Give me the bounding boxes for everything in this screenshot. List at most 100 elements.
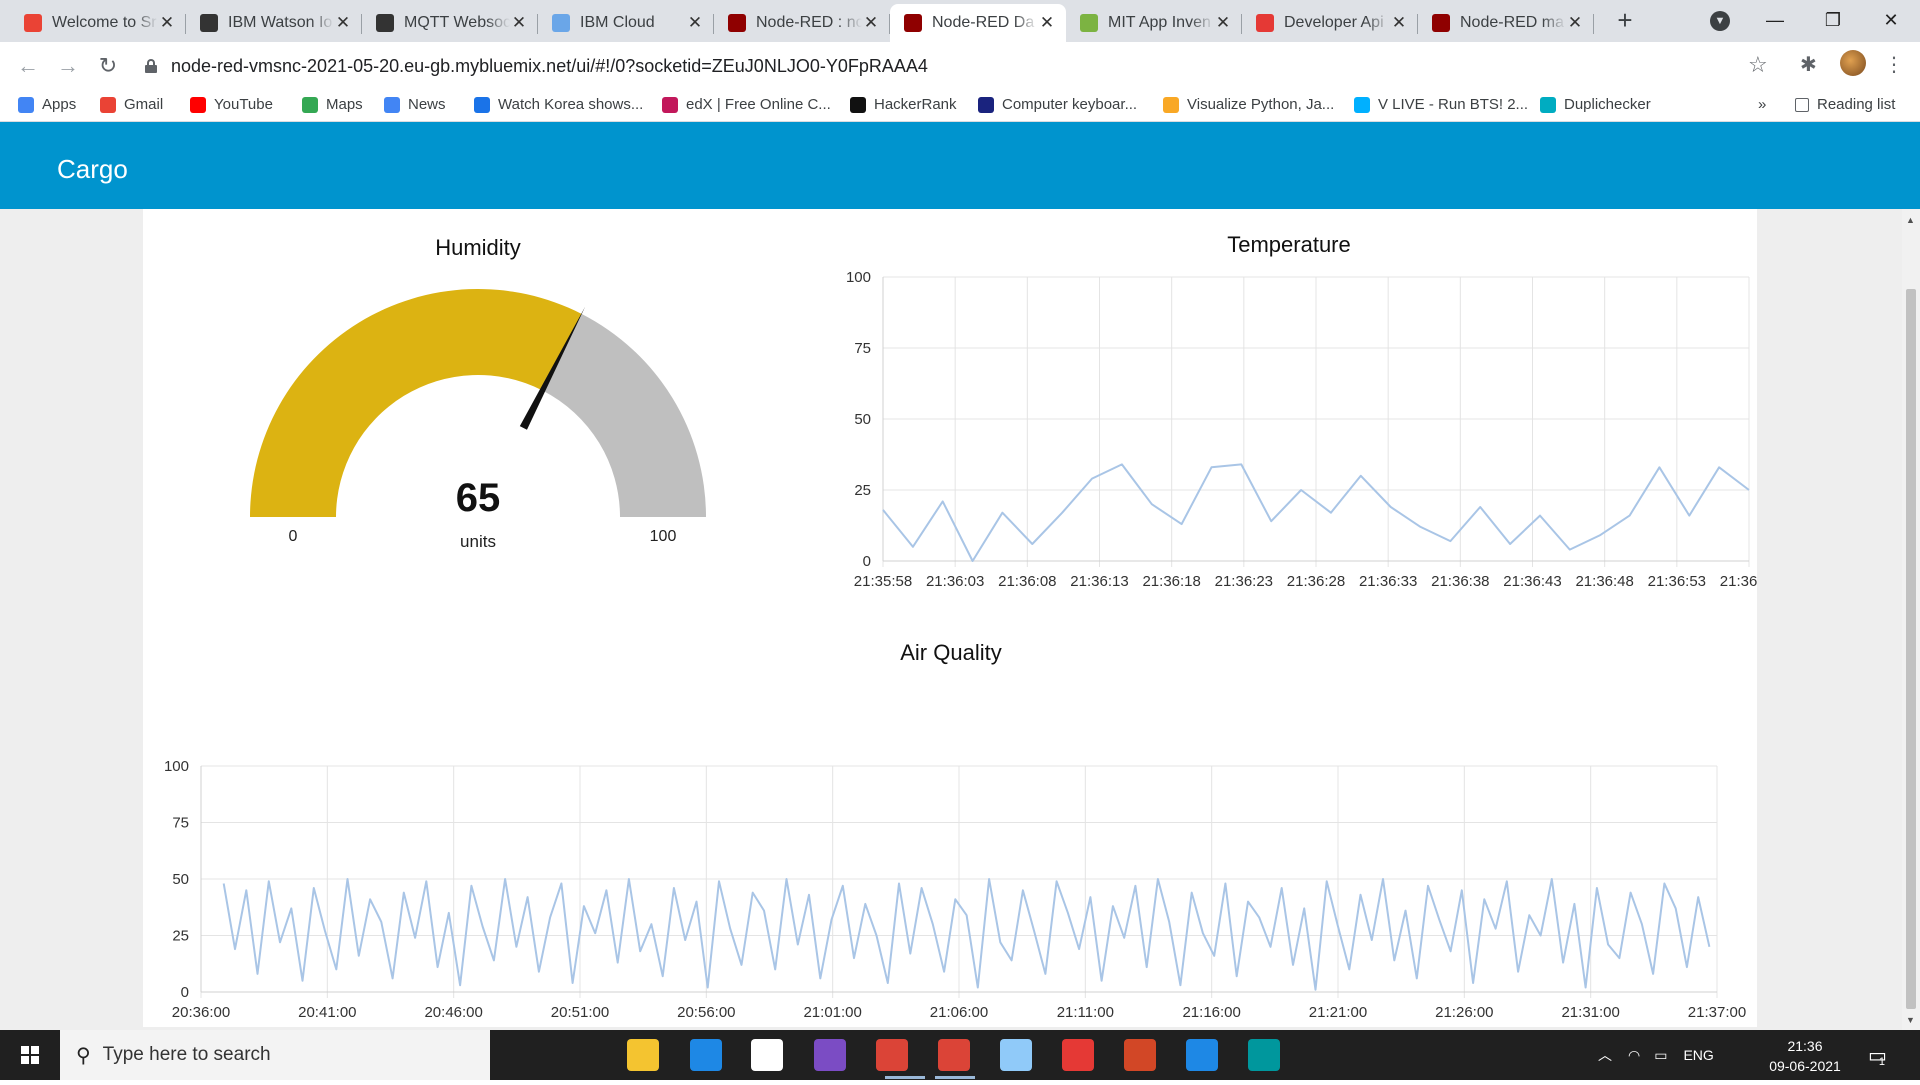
reading-list-button[interactable]: Reading list xyxy=(1795,96,1895,113)
clock-time: 21:36 xyxy=(1787,1038,1823,1054)
close-window-button[interactable]: ✕ xyxy=(1868,4,1914,36)
page-scrollbar[interactable]: ▲ ▼ xyxy=(1902,209,1920,1030)
temperature-x-tick-label: 21:36:48 xyxy=(1575,573,1633,590)
file-explorer-icon[interactable] xyxy=(627,1039,659,1071)
scroll-up-arrow-icon[interactable]: ▲ xyxy=(1906,215,1915,225)
bookmark-item[interactable]: Computer keyboar... xyxy=(978,96,1137,113)
air-quality-x-tick-label: 20:46:00 xyxy=(424,1004,482,1021)
bookmark-item[interactable]: Maps xyxy=(302,96,363,113)
bookmark-item[interactable]: YouTube xyxy=(190,96,273,113)
task-view-icon[interactable] xyxy=(564,1039,596,1071)
browser-tab[interactable]: MQTT Websoc ✕ xyxy=(362,4,538,42)
address-bar[interactable]: node-red-vmsnc-2021-05-20.eu-gb.mybluemi… xyxy=(133,47,1773,85)
tab-title: IBM Cloud xyxy=(580,14,655,31)
active-app-indicator xyxy=(935,1076,975,1079)
temperature-y-tick-label: 25 xyxy=(854,482,871,499)
temperature-x-tick-label: 21:36:58 xyxy=(1720,573,1757,590)
browser-tab[interactable]: IBM Watson Io ✕ xyxy=(186,4,362,42)
taskbar-clock[interactable]: 21:36 09-06-2021 xyxy=(1760,1036,1850,1076)
bookmark-item[interactable]: edX | Free Online C... xyxy=(662,96,831,113)
temperature-x-tick-label: 21:36:18 xyxy=(1142,573,1200,590)
close-tab-icon[interactable]: ✕ xyxy=(158,13,176,33)
humidity-card: Humidity 65 units 0 100 xyxy=(143,209,813,609)
r-icon xyxy=(474,96,490,113)
close-tab-icon[interactable]: ✕ xyxy=(1214,13,1232,33)
running-app-indicator xyxy=(885,1076,925,1079)
edge-icon[interactable] xyxy=(690,1039,722,1071)
gauge-min-label: 0 xyxy=(289,528,298,545)
cortana-icon[interactable] xyxy=(504,1039,536,1071)
profile-avatar[interactable] xyxy=(1840,50,1866,76)
show-hidden-icons-chevron[interactable]: ︿ xyxy=(1598,1045,1612,1065)
air-quality-x-tick-label: 20:36:00 xyxy=(172,1004,230,1021)
tab-title: Node-RED ma xyxy=(1460,14,1565,31)
lock-icon[interactable] xyxy=(145,59,157,73)
bookmarks-bar: Apps Gmail YouTube Maps News Watch Korea show… xyxy=(0,90,1920,122)
close-tab-icon[interactable]: ✕ xyxy=(686,13,704,33)
reload-icon[interactable]: ↻ xyxy=(94,52,122,80)
close-tab-icon[interactable]: ✕ xyxy=(334,13,352,33)
battery-icon[interactable]: ▭ xyxy=(1654,1047,1667,1064)
bookmark-item[interactable]: Visualize Python, Ja... xyxy=(1163,96,1334,113)
scroll-down-arrow-icon[interactable]: ▼ xyxy=(1906,1015,1915,1025)
browser-tab[interactable]: Welcome to Sr ✕ xyxy=(10,4,186,42)
close-tab-icon[interactable]: ✕ xyxy=(862,13,880,33)
arduino-icon[interactable] xyxy=(1248,1039,1280,1071)
close-tab-icon[interactable]: ✕ xyxy=(1390,13,1408,33)
system-tray: ︿ ◠ ▭ ENG xyxy=(1598,1030,1714,1080)
ibm-watson-icon xyxy=(200,14,218,32)
notification-center-button[interactable]: ▭ 1 xyxy=(1868,1030,1887,1080)
start-button[interactable] xyxy=(0,1030,60,1080)
bookmark-label: Maps xyxy=(326,96,363,113)
minimize-window-button[interactable]: — xyxy=(1752,4,1798,36)
bookmark-item[interactable]: Gmail xyxy=(100,96,163,113)
windows-logo-icon xyxy=(21,1046,39,1064)
bookmark-item[interactable]: HackerRank xyxy=(850,96,957,113)
forward-arrow-icon[interactable]: → xyxy=(54,52,82,80)
chrome-profile-icon[interactable] xyxy=(938,1039,970,1071)
photos-icon[interactable] xyxy=(1186,1039,1218,1071)
bookmark-label: V LIVE - Run BTS! 2... xyxy=(1378,96,1529,113)
python-icon xyxy=(1163,96,1179,113)
more-bookmarks-chevron[interactable]: » xyxy=(1758,96,1766,113)
browser-menu-icon[interactable]: ⋮ xyxy=(1884,52,1904,77)
notepad-icon[interactable] xyxy=(1000,1039,1032,1071)
scroll-thumb[interactable] xyxy=(1906,289,1916,1009)
back-arrow-icon[interactable]: ← xyxy=(14,52,42,80)
browser-tab[interactable]: Node-RED Da ✕ xyxy=(890,4,1066,42)
bookmark-item[interactable]: Watch Korea shows... xyxy=(474,96,643,113)
browser-tab[interactable]: Node-RED : nc ✕ xyxy=(714,4,890,42)
url-text[interactable]: node-red-vmsnc-2021-05-20.eu-gb.mybluemi… xyxy=(171,56,928,77)
browser-tab[interactable]: Developer Api ✕ xyxy=(1242,4,1418,42)
chrome-icon[interactable] xyxy=(876,1039,908,1071)
language-indicator[interactable]: ENG xyxy=(1683,1047,1713,1063)
node-red-dashboard-icon xyxy=(904,14,922,32)
browser-tab[interactable]: IBM Cloud ✕ xyxy=(538,4,714,42)
air-quality-x-tick-label: 20:41:00 xyxy=(298,1004,356,1021)
close-tab-icon[interactable]: ✕ xyxy=(1038,13,1056,33)
news-icon xyxy=(384,96,400,113)
node-red-icon xyxy=(728,14,746,32)
bookmark-item[interactable]: Apps xyxy=(18,96,76,113)
air-quality-x-tick-label: 21:26:00 xyxy=(1435,1004,1493,1021)
browser-tab[interactable]: MIT App Inven ✕ xyxy=(1066,4,1242,42)
tab-search-icon[interactable]: ▼ xyxy=(1710,11,1730,31)
new-tab-button[interactable]: + xyxy=(1610,6,1640,36)
bookmark-item[interactable]: News xyxy=(384,96,446,113)
extensions-puzzle-icon[interactable]: ✱ xyxy=(1800,52,1817,77)
close-tab-icon[interactable]: ✕ xyxy=(1566,13,1584,33)
close-tab-icon[interactable]: ✕ xyxy=(510,13,528,33)
visual-studio-icon[interactable] xyxy=(814,1039,846,1071)
browser-tab[interactable]: Node-RED ma ✕ xyxy=(1418,4,1594,42)
store-icon[interactable] xyxy=(751,1039,783,1071)
dashboard-header: Cargo xyxy=(0,122,1920,209)
taskbar-search-box[interactable]: ⚲ Type here to search xyxy=(60,1030,490,1080)
powerpoint-icon[interactable] xyxy=(1124,1039,1156,1071)
developer-api-icon xyxy=(1256,14,1274,32)
restore-window-button[interactable]: ❐ xyxy=(1810,4,1856,36)
record-icon[interactable] xyxy=(1062,1039,1094,1071)
bookmark-item[interactable]: Duplichecker xyxy=(1540,96,1651,113)
wifi-icon[interactable]: ◠ xyxy=(1628,1047,1640,1064)
bookmark-item[interactable]: V LIVE - Run BTS! 2... xyxy=(1354,96,1528,113)
bookmark-star-icon[interactable]: ☆ xyxy=(1748,52,1768,78)
